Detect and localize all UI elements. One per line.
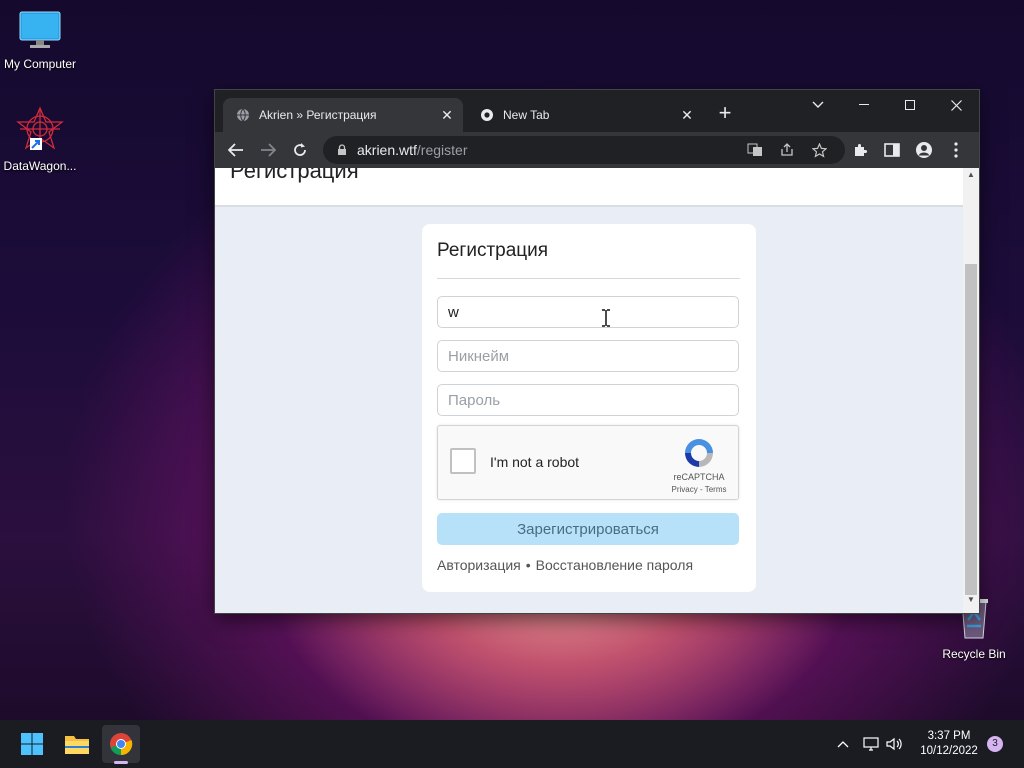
url-host: akrien.wtf xyxy=(357,142,417,158)
tab-search-chevron-icon[interactable] xyxy=(795,90,841,120)
recaptcha-label: I'm not a robot xyxy=(490,454,580,470)
address-url: akrien.wtf/register xyxy=(357,142,468,158)
monitor-icon xyxy=(19,11,61,48)
share-icon[interactable] xyxy=(777,140,797,160)
chevron-up-icon[interactable] xyxy=(834,740,852,748)
footer-links: Авторизация • Восстановление пароля xyxy=(437,557,693,573)
page-header: Регистрация xyxy=(215,168,963,207)
lock-icon[interactable] xyxy=(335,144,349,156)
address-bar[interactable]: akrien.wtf/register xyxy=(323,136,845,164)
url-path: /register xyxy=(416,142,468,158)
profile-avatar-icon[interactable] xyxy=(911,137,937,163)
scroll-down-arrow-icon[interactable]: ▼ xyxy=(963,593,979,607)
bookmark-star-icon[interactable] xyxy=(809,140,829,160)
browser-window: Akrien » Регистрация ✕ New Tab ✕ + akrie… xyxy=(215,90,979,613)
extensions-puzzle-icon[interactable] xyxy=(847,137,873,163)
datawagon-logo-icon xyxy=(16,106,64,150)
globe-icon xyxy=(235,107,251,123)
page-header-title: Регистрация xyxy=(230,168,359,183)
chrome-taskbar-button[interactable] xyxy=(102,725,140,764)
taskbar-clock[interactable]: 3:37 PM 10/12/2022 xyxy=(914,729,984,759)
title-divider xyxy=(437,278,740,279)
recaptcha-brand: reCAPTCHA xyxy=(673,472,725,482)
desktop-icon-label: Recycle Bin xyxy=(942,647,1006,661)
taskbar: 3:37 PM 10/12/2022 xyxy=(0,720,1024,768)
file-explorer-button[interactable] xyxy=(58,725,96,763)
close-tab-icon[interactable]: ✕ xyxy=(437,107,457,124)
volume-icon[interactable] xyxy=(884,737,906,751)
folder-icon xyxy=(65,736,89,754)
recover-password-link[interactable]: Восстановление пароля xyxy=(536,557,693,573)
desktop-icon-my-computer[interactable]: My Computer xyxy=(0,10,80,71)
kebab-menu-icon[interactable] xyxy=(943,137,969,163)
clock-date: 10/12/2022 xyxy=(920,745,978,757)
email-field[interactable] xyxy=(437,296,739,328)
active-app-indicator xyxy=(114,761,128,764)
notification-badge[interactable]: 3 xyxy=(987,736,1003,752)
recaptcha-links[interactable]: Privacy - Terms xyxy=(664,485,734,494)
windows-logo-icon xyxy=(21,733,43,755)
tab-title: Akrien » Регистрация xyxy=(259,108,377,122)
forward-arrow-icon[interactable] xyxy=(255,137,281,163)
login-link[interactable]: Авторизация xyxy=(437,557,521,573)
close-tab-icon[interactable]: ✕ xyxy=(677,107,697,124)
recaptcha-logo-icon xyxy=(685,439,713,467)
register-button[interactable]: Зарегистрироваться xyxy=(437,513,739,545)
back-arrow-icon[interactable] xyxy=(223,137,249,163)
chrome-icon xyxy=(110,733,133,756)
tab-new-tab[interactable]: New Tab ✕ xyxy=(467,98,703,132)
recaptcha-checkbox[interactable] xyxy=(450,448,476,474)
register-title: Регистрация xyxy=(437,240,549,261)
system-tray xyxy=(834,720,906,768)
page-viewport: Регистрация Регистрация I'm not a robot … xyxy=(215,168,963,613)
new-tab-plus-icon[interactable]: + xyxy=(713,102,737,126)
register-card: Регистрация I'm not a robot reCAPTCHA Pr… xyxy=(422,224,756,592)
recaptcha-widget: I'm not a robot reCAPTCHA Privacy - Term… xyxy=(437,425,739,500)
translate-icon[interactable] xyxy=(745,140,765,160)
close-window-icon[interactable] xyxy=(933,90,979,120)
tab-akrien-register[interactable]: Akrien » Регистрация ✕ xyxy=(223,98,463,132)
side-panel-icon[interactable] xyxy=(879,137,905,163)
nickname-field[interactable] xyxy=(437,340,739,372)
maximize-icon[interactable] xyxy=(887,90,933,120)
text-cursor-icon xyxy=(602,309,610,327)
desktop-icon-datawagon[interactable]: DataWagon... xyxy=(0,106,80,173)
network-icon[interactable] xyxy=(858,737,884,751)
page-scrollbar[interactable]: ▲ ▼ xyxy=(963,168,979,613)
scrollbar-thumb[interactable] xyxy=(965,264,977,595)
link-separator: • xyxy=(525,557,531,573)
password-field[interactable] xyxy=(437,384,739,416)
minimize-icon[interactable] xyxy=(841,90,887,120)
start-button[interactable] xyxy=(13,725,51,763)
reload-icon[interactable] xyxy=(287,137,313,163)
scroll-up-arrow-icon[interactable]: ▲ xyxy=(963,168,979,182)
desktop-icon-label: My Computer xyxy=(3,57,77,71)
desktop-icon-label: DataWagon... xyxy=(3,159,77,173)
clock-time: 3:37 PM xyxy=(927,730,971,742)
chrome-icon xyxy=(479,107,495,123)
tab-title: New Tab xyxy=(503,108,550,122)
browser-toolbar: akrien.wtf/register xyxy=(215,132,979,168)
browser-titlebar: Akrien » Регистрация ✕ New Tab ✕ + xyxy=(215,90,979,132)
